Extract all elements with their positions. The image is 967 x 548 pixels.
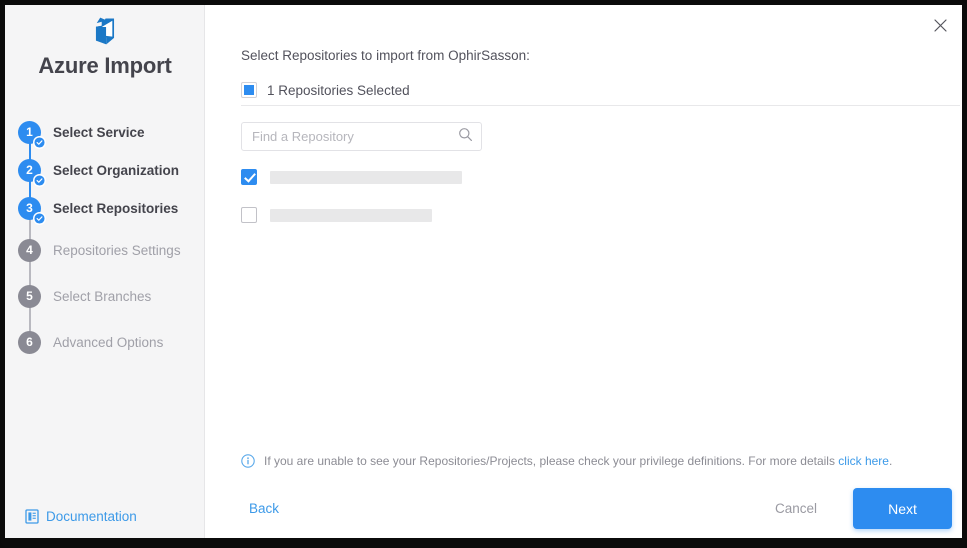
sidebar-step-select-service[interactable]: 1 Select Service: [5, 113, 205, 151]
sidebar-step-repositories-settings[interactable]: 4 Repositories Settings: [5, 227, 205, 273]
close-icon[interactable]: [928, 13, 952, 37]
main-panel: Select Repositories to import from Ophir…: [205, 5, 962, 538]
step-number: 4: [26, 243, 33, 257]
repository-checkbox[interactable]: [241, 207, 257, 223]
sidebar-step-select-repositories[interactable]: 3 Select Repositories: [5, 189, 205, 227]
document-icon: [25, 509, 39, 524]
next-button[interactable]: Next: [853, 488, 952, 529]
stepper: 1 Select Service 2 Select Organization 3…: [5, 113, 205, 365]
selection-count-label: 1 Repositories Selected: [267, 82, 410, 98]
step-number: 3: [26, 201, 33, 215]
step-circle: 1: [18, 120, 46, 149]
click-here-link[interactable]: click here: [838, 454, 889, 468]
repository-list: [241, 158, 701, 234]
step-number: 5: [26, 289, 33, 303]
info-text: If you are unable to see your Repositori…: [264, 454, 839, 468]
footer-actions: Back Cancel Next: [205, 482, 962, 538]
search-icon[interactable]: [458, 127, 473, 147]
search-input[interactable]: [252, 129, 458, 144]
window-frame: Azure Import 1 Select Service 2 Select O…: [0, 0, 967, 548]
azure-import-dialog: Azure Import 1 Select Service 2 Select O…: [5, 5, 962, 538]
info-text-suffix: .: [888, 454, 893, 468]
step-check-icon: [33, 173, 46, 187]
step-number: 6: [26, 335, 33, 349]
search-box[interactable]: [241, 122, 482, 151]
step-check-icon: [33, 135, 46, 149]
step-label: Repositories Settings: [53, 242, 181, 258]
info-icon: [241, 454, 255, 473]
step-label: Select Branches: [53, 288, 152, 304]
sidebar-step-select-branches[interactable]: 5 Select Branches: [5, 273, 205, 319]
info-text-block: If you are unable to see your Repositori…: [264, 453, 892, 469]
sidebar-step-advanced-options[interactable]: 6 Advanced Options: [5, 319, 205, 365]
select-all-row[interactable]: 1 Repositories Selected: [241, 82, 410, 98]
repository-row[interactable]: [241, 158, 701, 196]
select-all-checkbox[interactable]: [241, 82, 257, 98]
step-label: Advanced Options: [53, 334, 164, 350]
cancel-button[interactable]: Cancel: [775, 501, 817, 516]
sidebar-step-select-organization[interactable]: 2 Select Organization: [5, 151, 205, 189]
info-notice: If you are unable to see your Repositori…: [241, 453, 892, 473]
app-title: Azure Import: [38, 53, 172, 78]
repository-name-redacted: [270, 208, 432, 222]
page-title: Select Repositories to import from Ophir…: [241, 48, 530, 63]
step-label: Select Service: [53, 124, 145, 140]
documentation-link[interactable]: Documentation: [25, 509, 137, 524]
azure-devops-logo-icon: [5, 14, 205, 53]
sidebar: Azure Import 1 Select Service 2 Select O…: [5, 5, 205, 538]
divider: [241, 105, 960, 106]
step-circle: 2: [18, 158, 46, 187]
step-label: Select Organization: [53, 162, 180, 178]
step-circle: 6: [18, 330, 41, 354]
step-number: 2: [26, 163, 33, 177]
step-check-icon: [33, 211, 46, 225]
repository-row[interactable]: [241, 196, 701, 234]
step-circle: 5: [18, 284, 41, 308]
step-circle: 3: [18, 196, 46, 225]
repository-name-redacted: [270, 170, 462, 184]
step-label: Select Repositories: [53, 200, 179, 216]
step-number: 1: [26, 125, 33, 139]
documentation-label: Documentation: [46, 509, 137, 524]
back-button[interactable]: Back: [249, 501, 279, 516]
repository-checkbox[interactable]: [241, 169, 257, 185]
step-circle: 4: [18, 238, 41, 262]
